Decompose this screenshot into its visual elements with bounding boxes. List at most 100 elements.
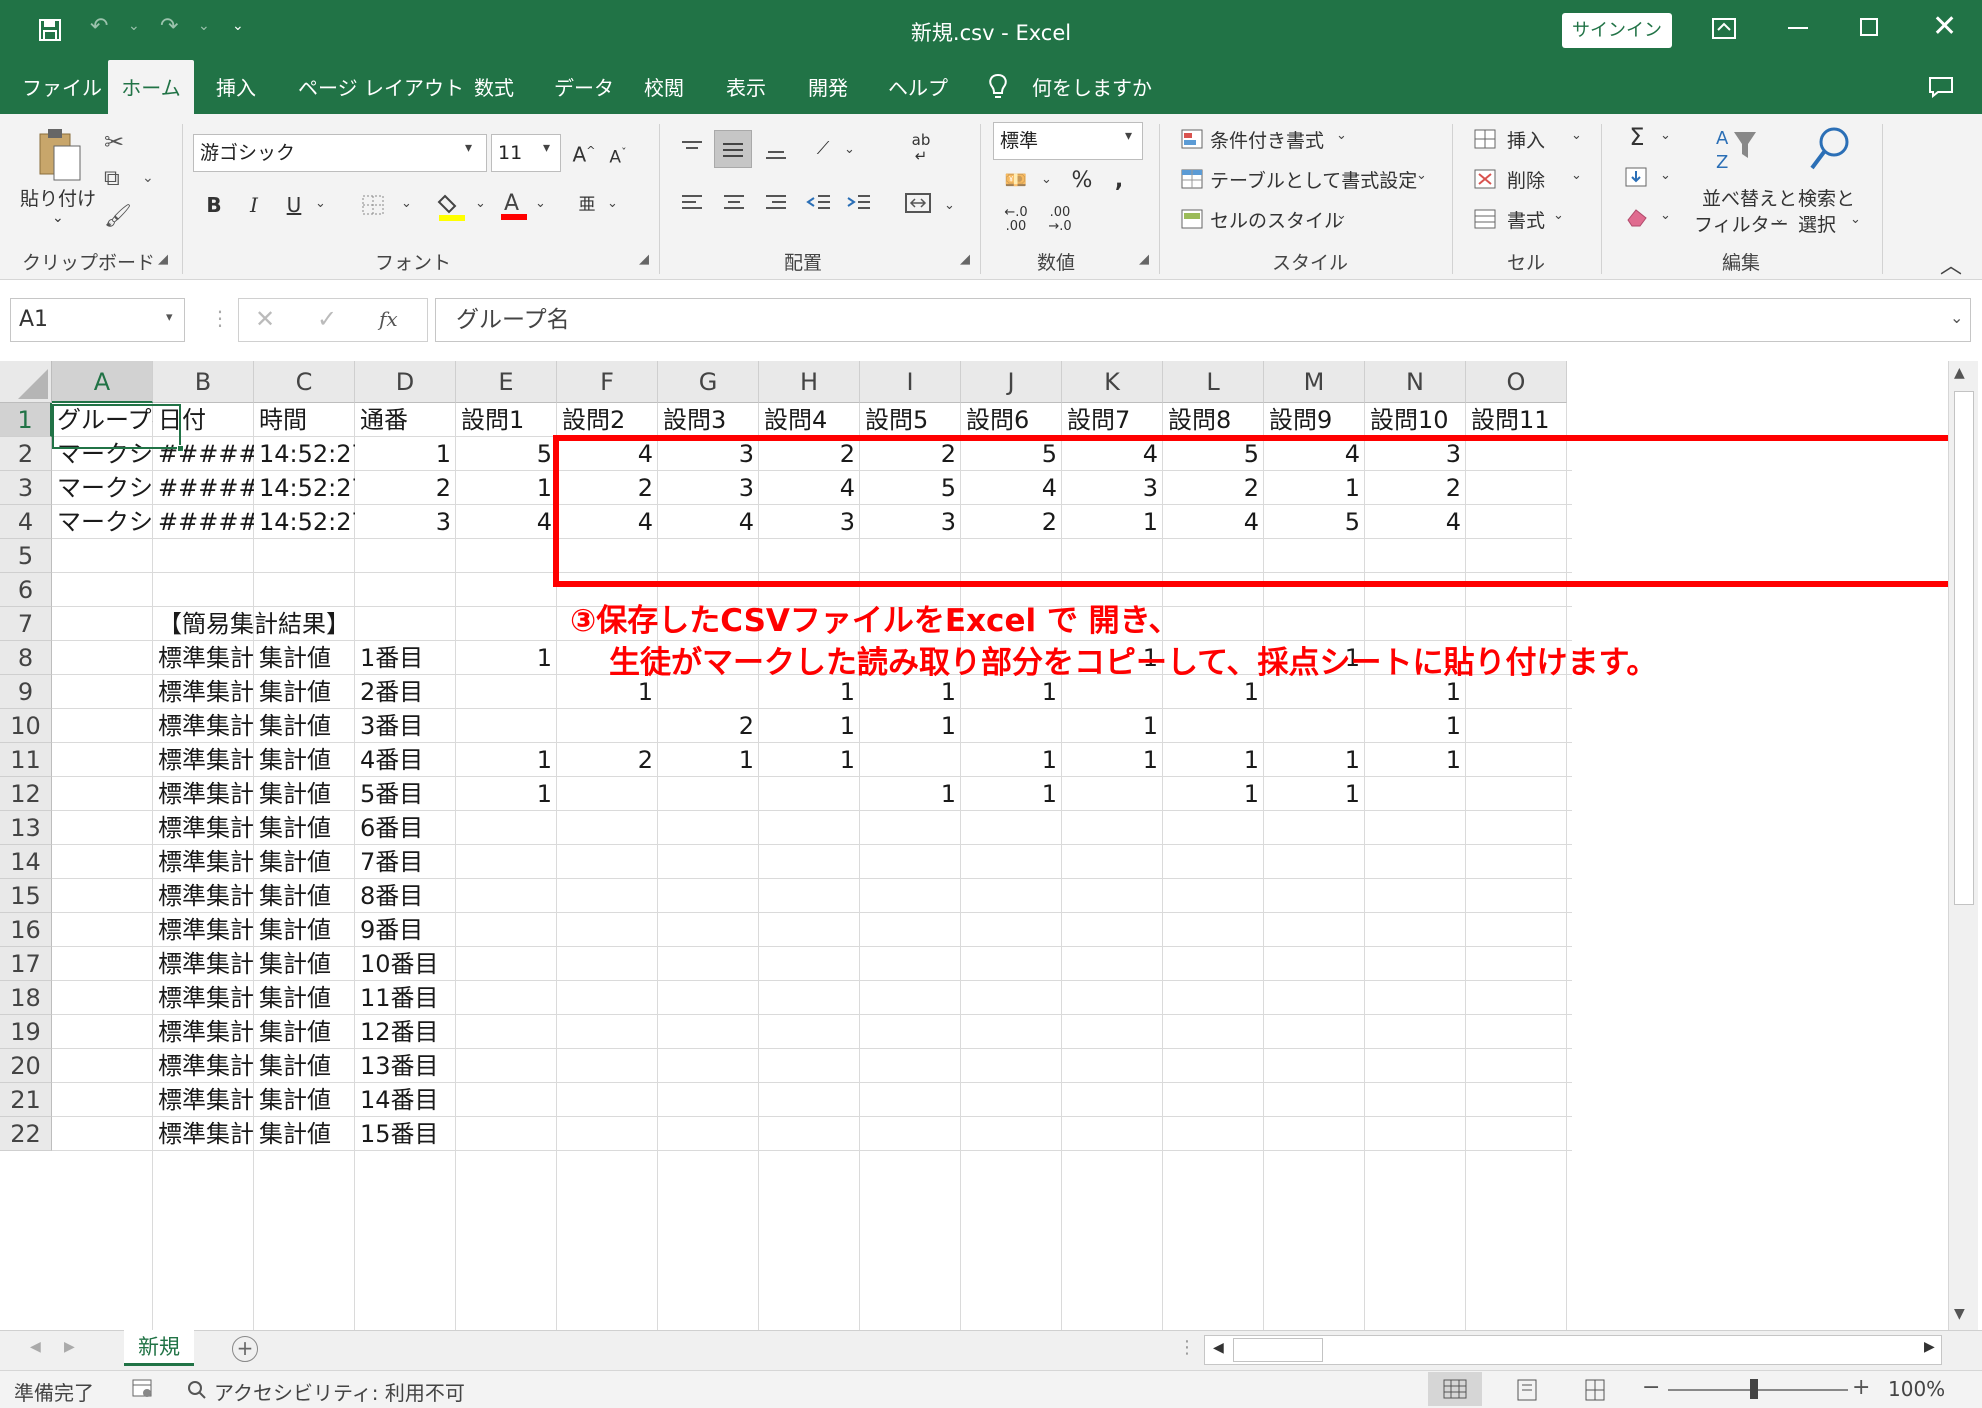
- insert-cells-icon[interactable]: [1473, 128, 1497, 150]
- cell[interactable]: 標準集計: [153, 1113, 254, 1156]
- select-all-button[interactable]: [0, 361, 52, 403]
- accounting-format-icon[interactable]: 💴: [1001, 166, 1031, 196]
- row-header[interactable]: 22: [0, 1117, 52, 1151]
- cell[interactable]: 1: [1365, 739, 1466, 782]
- paste-button[interactable]: 貼り付け: [20, 184, 96, 211]
- row-header[interactable]: 11: [0, 743, 52, 777]
- cell[interactable]: 2: [557, 739, 658, 782]
- minimize-icon[interactable]: [1788, 27, 1808, 29]
- sort-filter-icon[interactable]: AZ: [1712, 124, 1760, 176]
- format-dropdown-icon[interactable]: ⌄: [1553, 208, 1564, 223]
- number-format-box[interactable]: 標準: [993, 122, 1143, 160]
- underline-dropdown-icon[interactable]: ⌄: [315, 196, 326, 211]
- maximize-icon[interactable]: [1860, 18, 1878, 36]
- zoom-in-icon[interactable]: +: [1852, 1375, 1870, 1400]
- normal-view-button[interactable]: [1428, 1372, 1482, 1406]
- find-select-label-2[interactable]: 選択: [1798, 210, 1836, 237]
- expand-formula-bar-icon[interactable]: ⌄: [1950, 308, 1963, 327]
- column-header[interactable]: E: [456, 361, 557, 403]
- row-header[interactable]: 4: [0, 505, 52, 539]
- horizontal-scrollbar[interactable]: ◀: [1204, 1335, 1942, 1365]
- percent-style-button[interactable]: %: [1067, 166, 1097, 196]
- fill-color-icon[interactable]: [437, 190, 467, 222]
- cell[interactable]: 1: [1163, 773, 1264, 816]
- font-name-box[interactable]: 游ゴシック: [193, 134, 487, 172]
- insert-dropdown-icon[interactable]: ⌄: [1571, 128, 1582, 143]
- cell[interactable]: 3: [355, 501, 456, 544]
- increase-indent-icon[interactable]: [846, 192, 872, 214]
- increase-font-size-icon[interactable]: A^: [569, 136, 599, 170]
- format-cells-button[interactable]: 書式: [1507, 206, 1545, 233]
- number-format-dropdown-icon[interactable]: ▾: [1125, 128, 1132, 144]
- cell[interactable]: マークシー: [52, 501, 153, 544]
- autosum-dropdown-icon[interactable]: ⌄: [1660, 128, 1671, 143]
- row-header[interactable]: 13: [0, 811, 52, 845]
- column-header[interactable]: D: [355, 361, 456, 403]
- vertical-scrollbar[interactable]: ▲ ▼: [1948, 361, 1978, 1330]
- cell[interactable]: 4: [456, 501, 557, 544]
- comments-icon[interactable]: [1928, 76, 1954, 98]
- find-select-dropdown-icon[interactable]: ⌄: [1850, 212, 1861, 227]
- row-header[interactable]: 8: [0, 641, 52, 675]
- cell[interactable]: 1: [759, 739, 860, 782]
- find-select-label-1[interactable]: 検索と: [1798, 184, 1855, 211]
- cancel-entry-icon[interactable]: ✕: [255, 305, 275, 333]
- cell-styles-dropdown-icon[interactable]: ⌄: [1336, 208, 1347, 223]
- cell-styles-icon[interactable]: [1180, 208, 1204, 230]
- scroll-down-icon[interactable]: ▼: [1954, 1306, 1965, 1322]
- underline-button[interactable]: U: [279, 190, 309, 220]
- align-top-icon[interactable]: [680, 138, 704, 160]
- autosum-icon[interactable]: Σ: [1622, 122, 1652, 152]
- cell[interactable]: 集計値: [254, 1113, 355, 1156]
- cell[interactable]: 1: [1062, 739, 1163, 782]
- clipboard-launcher-icon[interactable]: ◢: [158, 252, 168, 267]
- fill-dropdown-icon[interactable]: ⌄: [1660, 168, 1671, 183]
- phonetic-dropdown-icon[interactable]: ⌄: [607, 196, 618, 211]
- cell[interactable]: 14:52:27: [254, 501, 355, 544]
- column-header[interactable]: A: [52, 361, 153, 403]
- phonetic-guide-icon[interactable]: 亜: [573, 190, 601, 220]
- formula-input[interactable]: グループ名: [435, 298, 1971, 342]
- merge-center-icon[interactable]: [904, 192, 932, 214]
- page-layout-view-icon[interactable]: [1516, 1379, 1538, 1401]
- align-left-icon[interactable]: [680, 192, 704, 214]
- borders-icon[interactable]: [361, 194, 385, 216]
- row-header[interactable]: 12: [0, 777, 52, 811]
- font-name-dropdown-icon[interactable]: ▾: [465, 140, 472, 156]
- column-header[interactable]: C: [254, 361, 355, 403]
- tab-file[interactable]: ファイル: [22, 60, 102, 114]
- wrap-text-icon[interactable]: ab ↵: [904, 132, 938, 164]
- column-header[interactable]: N: [1365, 361, 1466, 403]
- tab-formulas[interactable]: 数式: [474, 60, 514, 114]
- tab-page-layout[interactable]: ページ レイアウト: [298, 60, 464, 114]
- row-header[interactable]: 3: [0, 471, 52, 505]
- merge-dropdown-icon[interactable]: ⌄: [944, 198, 955, 213]
- row-header[interactable]: 14: [0, 845, 52, 879]
- insert-function-button[interactable]: fx: [379, 307, 398, 331]
- sheet-scroll-left-icon[interactable]: ◀: [30, 1339, 41, 1355]
- column-header[interactable]: H: [759, 361, 860, 403]
- tab-review[interactable]: 校閲: [644, 60, 684, 114]
- scroll-left-icon[interactable]: ◀: [1213, 1340, 1224, 1356]
- decrease-decimal-icon[interactable]: .00 →.0: [1043, 206, 1077, 234]
- cell[interactable]: 1: [860, 773, 961, 816]
- zoom-slider-thumb[interactable]: [1750, 1379, 1758, 1399]
- cell[interactable]: 1: [658, 739, 759, 782]
- status-accessibility[interactable]: アクセシビリティ: 利用不可: [214, 1377, 465, 1406]
- sheet-tab-shinki[interactable]: 新規: [124, 1330, 194, 1366]
- scroll-right-icon[interactable]: ▶: [1924, 1339, 1935, 1355]
- clear-dropdown-icon[interactable]: ⌄: [1660, 208, 1671, 223]
- align-center-icon[interactable]: [722, 192, 746, 214]
- row-header[interactable]: 9: [0, 675, 52, 709]
- row-header[interactable]: 2: [0, 437, 52, 471]
- paste-dropdown-icon[interactable]: ⌄: [52, 210, 64, 226]
- number-launcher-icon[interactable]: ◢: [1139, 252, 1149, 267]
- font-launcher-icon[interactable]: ◢: [639, 252, 649, 267]
- row-header[interactable]: 10: [0, 709, 52, 743]
- cell[interactable]: 1: [961, 773, 1062, 816]
- zoom-out-icon[interactable]: −: [1642, 1375, 1660, 1400]
- ribbon-display-options-icon[interactable]: [1712, 18, 1736, 40]
- font-size-box[interactable]: 11: [491, 134, 561, 172]
- row-header[interactable]: 6: [0, 573, 52, 607]
- copy-icon[interactable]: ⧉: [104, 166, 120, 191]
